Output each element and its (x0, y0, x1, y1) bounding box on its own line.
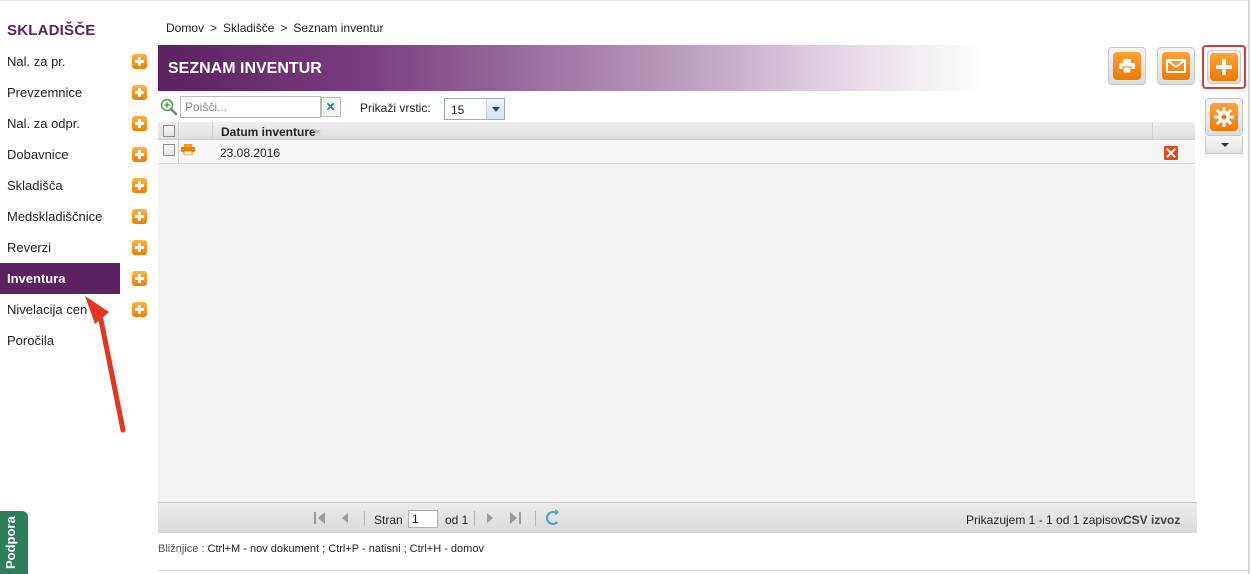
sidebar-item-reverzi[interactable]: Reverzi (0, 232, 120, 263)
sidebar-item-prevzemnice[interactable]: Prevzemnice (0, 77, 120, 108)
chevron-down-icon (486, 99, 504, 119)
print-button[interactable] (1108, 47, 1146, 85)
app-root: SKLADIŠČE Nal. za pr. Prevzemnice Nal. z… (0, 0, 1252, 574)
sidebar-item-nal-za-odpr[interactable]: Nal. za odpr. (0, 108, 120, 139)
sidebar-item-skladisca[interactable]: Skladišča (0, 170, 120, 201)
settings-button[interactable] (1205, 98, 1243, 136)
keyboard-shortcuts: Bližnjice : Ctrl+M - nov dokument ; Ctrl… (158, 543, 484, 555)
add-prevzemnice-plus-icon[interactable] (132, 85, 147, 100)
page-title: SEZNAM INVENTUR (168, 60, 322, 77)
csv-export-link[interactable]: CSV izvoz (1123, 513, 1180, 527)
column-divider (1152, 122, 1153, 140)
plus-icon (1210, 53, 1238, 81)
rows-per-page-value: 15 (451, 103, 465, 117)
gear-icon (1210, 103, 1238, 131)
add-document-button[interactable] (1202, 45, 1246, 89)
first-page-icon[interactable] (314, 512, 326, 524)
settings-dropdown-chevron-down-icon[interactable] (1205, 136, 1243, 154)
pager-status: Prikazujem 1 - 1 od 1 zapisov. (966, 513, 1126, 527)
shortcuts-label: Bližnjice : (158, 543, 205, 555)
column-divider (178, 122, 179, 140)
email-button[interactable] (1157, 47, 1195, 85)
add-reverzi-plus-icon[interactable] (132, 240, 147, 255)
delete-row-close-icon[interactable] (1164, 146, 1178, 160)
search-input[interactable] (180, 96, 321, 118)
support-tab-label: Podpora (3, 516, 18, 569)
breadcrumb-separator: > (280, 21, 288, 35)
printer-icon (1113, 52, 1141, 80)
pager: Stran od 1 Prikazujem 1 - 1 od 1 zapisov… (158, 502, 1197, 533)
breadcrumb-seznam-inventur: Seznam inventur (293, 21, 384, 35)
add-medskladiscnice-plus-icon[interactable] (132, 209, 147, 224)
clear-search-close-icon[interactable] (321, 97, 341, 117)
annotation-arrow-icon (85, 296, 126, 433)
breadcrumb-separator: > (210, 21, 218, 35)
sidebar-item-medskladiscnice[interactable]: Medskladiščnice (0, 201, 120, 232)
last-page-icon[interactable] (510, 512, 522, 524)
add-nal-za-pr-plus-icon[interactable] (132, 54, 147, 69)
shortcuts-list: Ctrl+M - nov dokument ; Ctrl+P - natisni… (207, 543, 484, 555)
row-checkbox[interactable] (163, 144, 175, 156)
footer-divider (158, 570, 1248, 571)
add-inventura-plus-icon[interactable] (132, 271, 147, 286)
sidebar-item-dobavnice[interactable]: Dobavnice (0, 139, 120, 170)
pager-separator (364, 511, 365, 526)
breadcrumb-domov[interactable]: Domov (166, 21, 204, 35)
refresh-icon[interactable] (546, 509, 560, 525)
right-border (1248, 0, 1250, 574)
page-label: Stran (374, 513, 403, 527)
add-skladisca-plus-icon[interactable] (132, 178, 147, 193)
sidebar-item-nal-za-pr[interactable]: Nal. za pr. (0, 46, 120, 77)
row-printer-icon[interactable] (181, 144, 195, 155)
breadcrumb: Domov > Skladišče > Seznam inventur (166, 21, 383, 35)
page-number-input[interactable] (408, 510, 438, 528)
column-divider (178, 140, 179, 164)
sidebar-title: SKLADIŠČE (7, 22, 96, 39)
envelope-icon (1162, 52, 1190, 80)
next-page-icon[interactable] (484, 512, 496, 524)
cell-datum-inventure: 23.08.2016 (220, 146, 281, 160)
pager-separator (474, 511, 475, 526)
add-button-face (1207, 50, 1241, 84)
add-dobavnice-plus-icon[interactable] (132, 147, 147, 162)
previous-page-icon[interactable] (340, 512, 352, 524)
breadcrumb-skladisce[interactable]: Skladišče (223, 21, 274, 35)
sort-icon (313, 130, 321, 134)
support-tab[interactable]: Podpora (0, 511, 28, 574)
search-icon[interactable] (159, 97, 179, 117)
select-all-checkbox[interactable] (163, 125, 175, 137)
pager-separator (535, 511, 536, 526)
add-nal-za-odpr-plus-icon[interactable] (132, 116, 147, 131)
column-divider (212, 122, 213, 140)
rows-per-page-label: Prikaži vrstic: (360, 101, 431, 115)
top-border (0, 0, 1250, 1)
rows-per-page-select[interactable]: 15 (444, 98, 505, 120)
grid-header: Datum inventure (158, 122, 1195, 140)
page-count-label: od 1 (445, 513, 469, 527)
table-row[interactable]: 23.08.2016 (158, 140, 1195, 164)
sidebar: SKLADIŠČE Nal. za pr. Prevzemnice Nal. z… (0, 0, 150, 574)
inventory-grid: Datum inventure 23.08.2016 (158, 122, 1195, 502)
column-header-datum-inventure[interactable]: Datum inventure (221, 125, 316, 139)
